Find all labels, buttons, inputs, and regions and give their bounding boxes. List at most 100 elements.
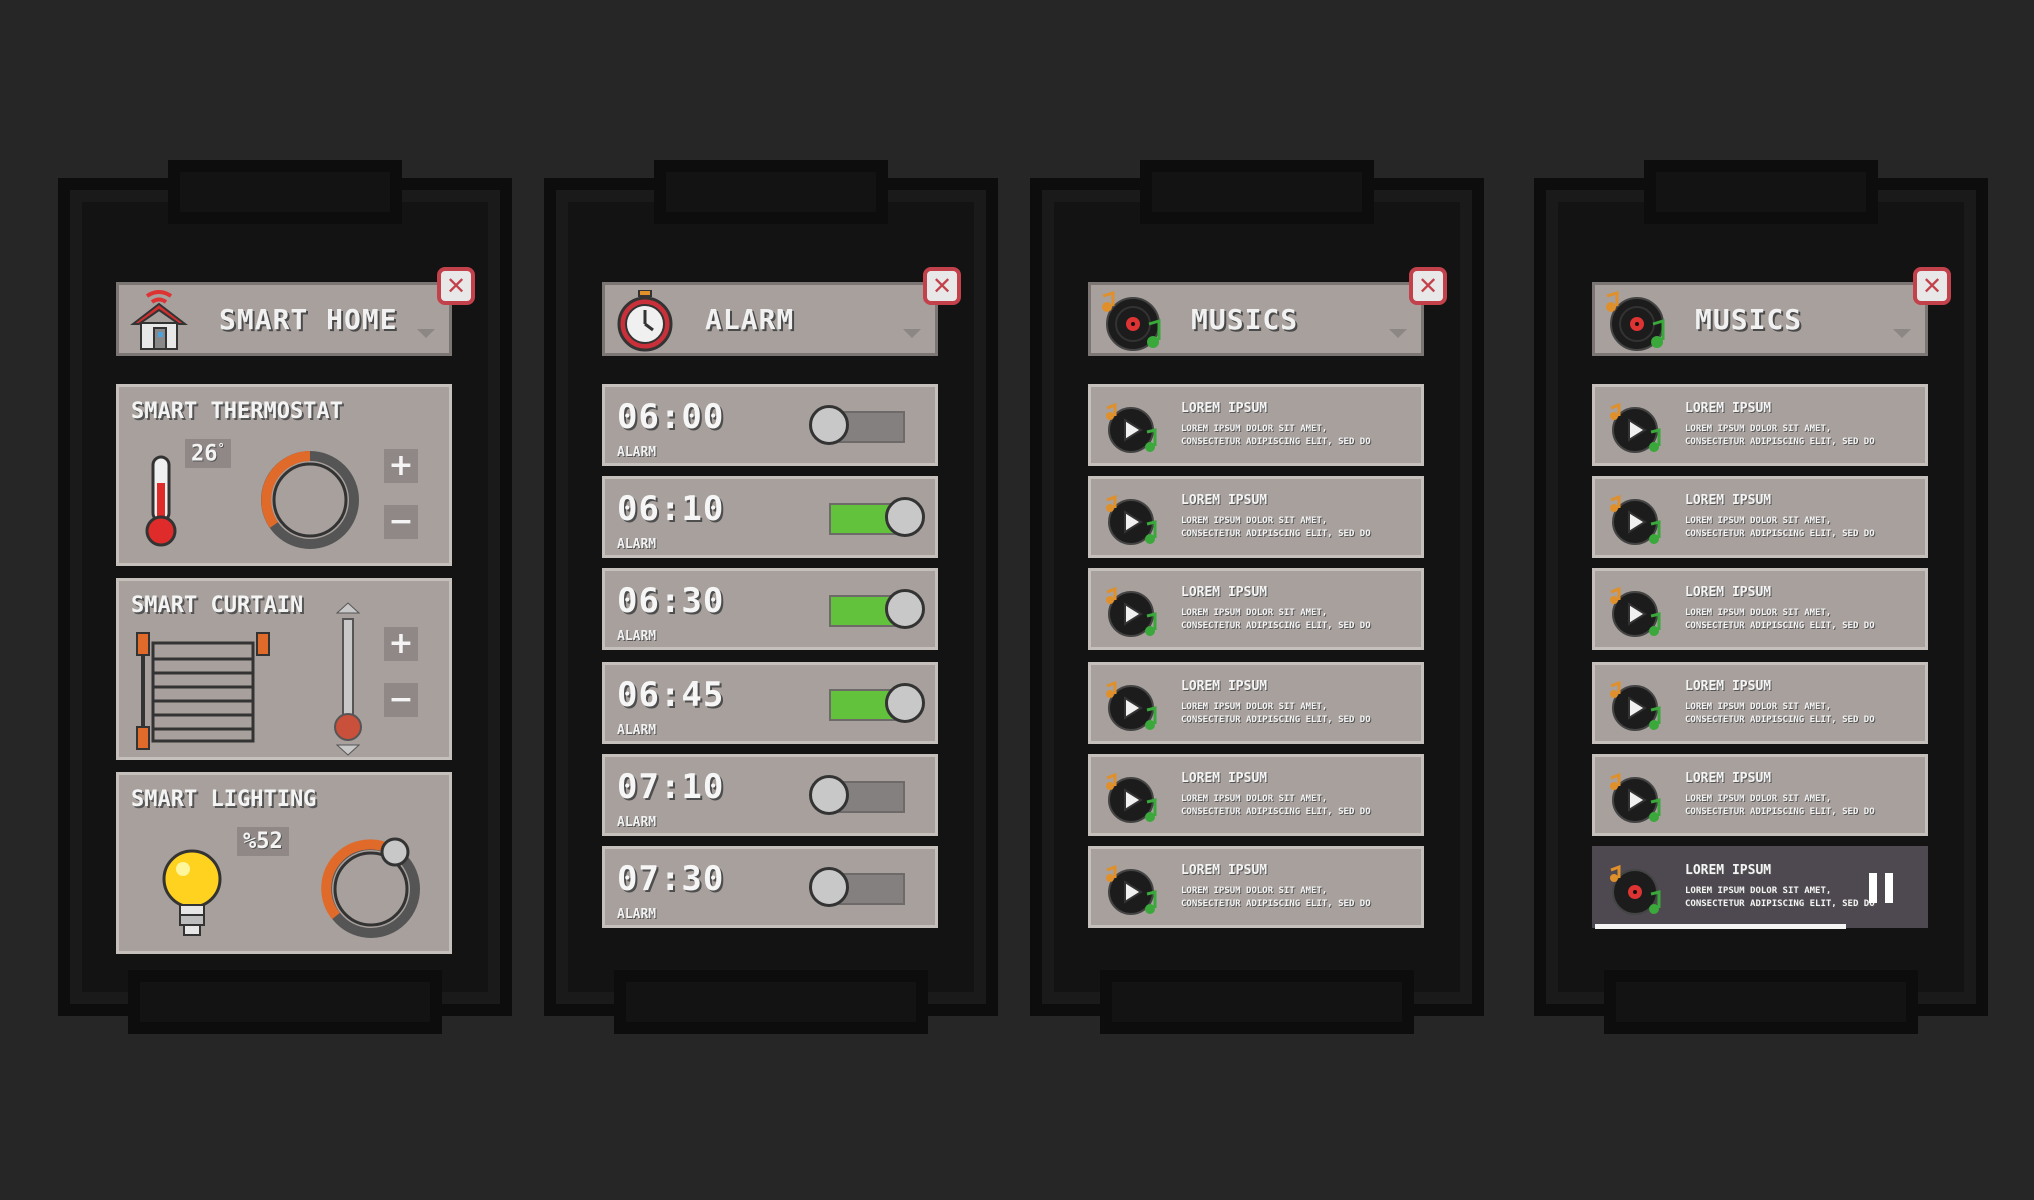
toggle-knob[interactable]	[885, 497, 925, 537]
music-row[interactable]: LOREM IPSUM LOREM IPSUM DOLOR SIT AMET, C…	[1592, 476, 1928, 558]
toggle-knob[interactable]	[885, 589, 925, 629]
alarm-label: ALARM	[617, 815, 657, 830]
music-description: LOREM IPSUM DOLOR SIT AMET, CONSECTETUR …	[1685, 424, 1875, 447]
close-icon: ✕	[1417, 272, 1439, 300]
alarm-header[interactable]: ALARM ✕	[602, 267, 961, 356]
music-title: LOREM IPSUM	[1181, 401, 1268, 416]
thermostat-title: SMART THERMOSTAT	[131, 399, 343, 424]
thermostat-dial[interactable]	[257, 447, 363, 553]
smart-home-header[interactable]: SMART HOME ✕	[116, 267, 475, 356]
music-description: LOREM IPSUM DOLOR SIT AMET, CONSECTETUR …	[1685, 608, 1875, 631]
curtain-slider[interactable]	[333, 601, 363, 757]
close-button[interactable]: ✕	[1913, 267, 1951, 305]
phone-notch	[180, 172, 390, 212]
music-title: LOREM IPSUM	[1685, 493, 1772, 508]
close-button[interactable]: ✕	[923, 267, 961, 305]
play-music-icon	[1610, 494, 1661, 545]
vinyl-record-icon	[1102, 290, 1161, 351]
now-playing-row[interactable]: LOREM IPSUM LOREM IPSUM DOLOR SIT AMET, C…	[1592, 846, 1928, 929]
music-row[interactable]: LOREM IPSUM LOREM IPSUM DOLOR SIT AMET, C…	[1592, 662, 1928, 744]
lighting-value: %52	[237, 827, 289, 856]
phone-chin	[626, 982, 916, 1022]
alarm-row[interactable]: 06:00 ALARM	[602, 384, 938, 466]
alarm-toggle[interactable]	[809, 867, 905, 907]
play-music-icon	[1106, 680, 1157, 731]
phone-smart-home: SMART HOME ✕ SMART THERMOSTAT 26° + − SM…	[70, 172, 500, 1022]
playback-progress-bar[interactable]	[1595, 924, 1846, 929]
music-row[interactable]: LOREM IPSUM LOREM IPSUM DOLOR SIT AMET, C…	[1088, 384, 1424, 466]
page-title: ALARM	[705, 303, 795, 336]
close-button[interactable]: ✕	[1409, 267, 1447, 305]
music-row[interactable]: LOREM IPSUM LOREM IPSUM DOLOR SIT AMET, C…	[1088, 662, 1424, 744]
alarm-toggle[interactable]	[829, 589, 925, 629]
music-row[interactable]: LOREM IPSUM LOREM IPSUM DOLOR SIT AMET, C…	[1088, 754, 1424, 836]
vinyl-record-icon	[1606, 290, 1665, 351]
alarm-label: ALARM	[617, 723, 657, 738]
music-row[interactable]: LOREM IPSUM LOREM IPSUM DOLOR SIT AMET, C…	[1088, 568, 1424, 650]
play-music-icon	[1610, 772, 1661, 823]
curtain-title: SMART CURTAIN	[131, 593, 304, 618]
play-music-icon	[1610, 680, 1661, 731]
phone-chin	[1616, 982, 1906, 1022]
alarm-toggle[interactable]	[829, 497, 925, 537]
smart-home-screen: SMART HOME ✕ SMART THERMOSTAT 26° + − SM…	[116, 267, 475, 954]
thermostat-value: 26°	[185, 439, 231, 469]
music-description: LOREM IPSUM DOLOR SIT AMET, CONSECTETUR …	[1181, 886, 1371, 909]
alarm-row[interactable]: 07:10 ALARM	[602, 754, 938, 836]
play-music-icon	[1106, 494, 1157, 545]
close-icon: ✕	[931, 272, 953, 300]
toggle-knob[interactable]	[809, 867, 849, 907]
pause-icon	[1869, 873, 1877, 903]
lighting-dial[interactable]	[317, 831, 429, 943]
alarm-row[interactable]: 06:10 ALARM	[602, 476, 938, 558]
close-icon: ✕	[1921, 272, 1943, 300]
music-row[interactable]: LOREM IPSUM LOREM IPSUM DOLOR SIT AMET, C…	[1088, 846, 1424, 928]
alarm-row[interactable]: 07:30 ALARM	[602, 846, 938, 928]
alarm-row[interactable]: 06:45 ALARM	[602, 662, 938, 744]
chevron-down-icon[interactable]	[1893, 329, 1911, 338]
alarm-screen: ALARM ✕ 06:00 ALARM 06:10 ALARM 06:30 ALARM 06…	[602, 267, 961, 928]
chevron-down-icon[interactable]	[903, 329, 921, 338]
alarm-toggle[interactable]	[809, 405, 905, 445]
curtain-plus-button[interactable]: +	[384, 627, 418, 661]
toggle-knob[interactable]	[809, 775, 849, 815]
thermometer-icon	[145, 455, 177, 547]
phone-notch	[666, 172, 876, 212]
chevron-down-icon[interactable]	[417, 329, 435, 338]
alarm-toggle[interactable]	[829, 683, 925, 723]
musics-header[interactable]: MUSICS ✕	[1088, 267, 1447, 356]
page-title: SMART HOME	[219, 303, 398, 336]
chevron-down-icon[interactable]	[1389, 329, 1407, 338]
music-title: LOREM IPSUM	[1685, 585, 1772, 600]
thermostat-plus-button[interactable]: +	[384, 449, 418, 483]
musics-screen: MUSICS ✕ LOREM IPSUM LOREM IPSUM DOLOR SI…	[1088, 267, 1447, 928]
close-button[interactable]: ✕	[437, 267, 475, 305]
pause-button[interactable]	[1869, 873, 1895, 903]
play-music-icon	[1106, 772, 1157, 823]
curtain-minus-button[interactable]: −	[384, 683, 418, 717]
alarm-time: 06:00	[617, 397, 725, 437]
music-description: LOREM IPSUM DOLOR SIT AMET, CONSECTETUR …	[1181, 794, 1371, 817]
music-row[interactable]: LOREM IPSUM LOREM IPSUM DOLOR SIT AMET, C…	[1592, 754, 1928, 836]
phone-chin	[1112, 982, 1402, 1022]
alarm-time: 07:10	[617, 767, 725, 807]
music-title: LOREM IPSUM	[1685, 679, 1772, 694]
toggle-knob[interactable]	[885, 683, 925, 723]
music-description: LOREM IPSUM DOLOR SIT AMET, CONSECTETUR …	[1181, 702, 1371, 725]
alarm-row[interactable]: 06:30 ALARM	[602, 568, 938, 650]
thermostat-minus-button[interactable]: −	[384, 505, 418, 539]
play-music-icon	[1106, 402, 1157, 453]
toggle-knob[interactable]	[809, 405, 849, 445]
alarm-toggle[interactable]	[809, 775, 905, 815]
curtain-panel: SMART CURTAIN + −	[116, 578, 452, 760]
phone-musics-playing: MUSICS ✕ LOREM IPSUM LOREM IPSUM DOLOR SI…	[1546, 172, 1976, 1022]
musics-header[interactable]: MUSICS ✕	[1592, 267, 1951, 356]
music-row[interactable]: LOREM IPSUM LOREM IPSUM DOLOR SIT AMET, C…	[1592, 384, 1928, 466]
phone-chin	[140, 982, 430, 1022]
music-title: LOREM IPSUM	[1181, 585, 1268, 600]
music-row[interactable]: LOREM IPSUM LOREM IPSUM DOLOR SIT AMET, C…	[1592, 568, 1928, 650]
light-bulb-icon	[162, 849, 222, 936]
music-description: LOREM IPSUM DOLOR SIT AMET, CONSECTETUR …	[1181, 516, 1371, 539]
house-wifi-icon	[130, 290, 188, 350]
music-row[interactable]: LOREM IPSUM LOREM IPSUM DOLOR SIT AMET, C…	[1088, 476, 1424, 558]
